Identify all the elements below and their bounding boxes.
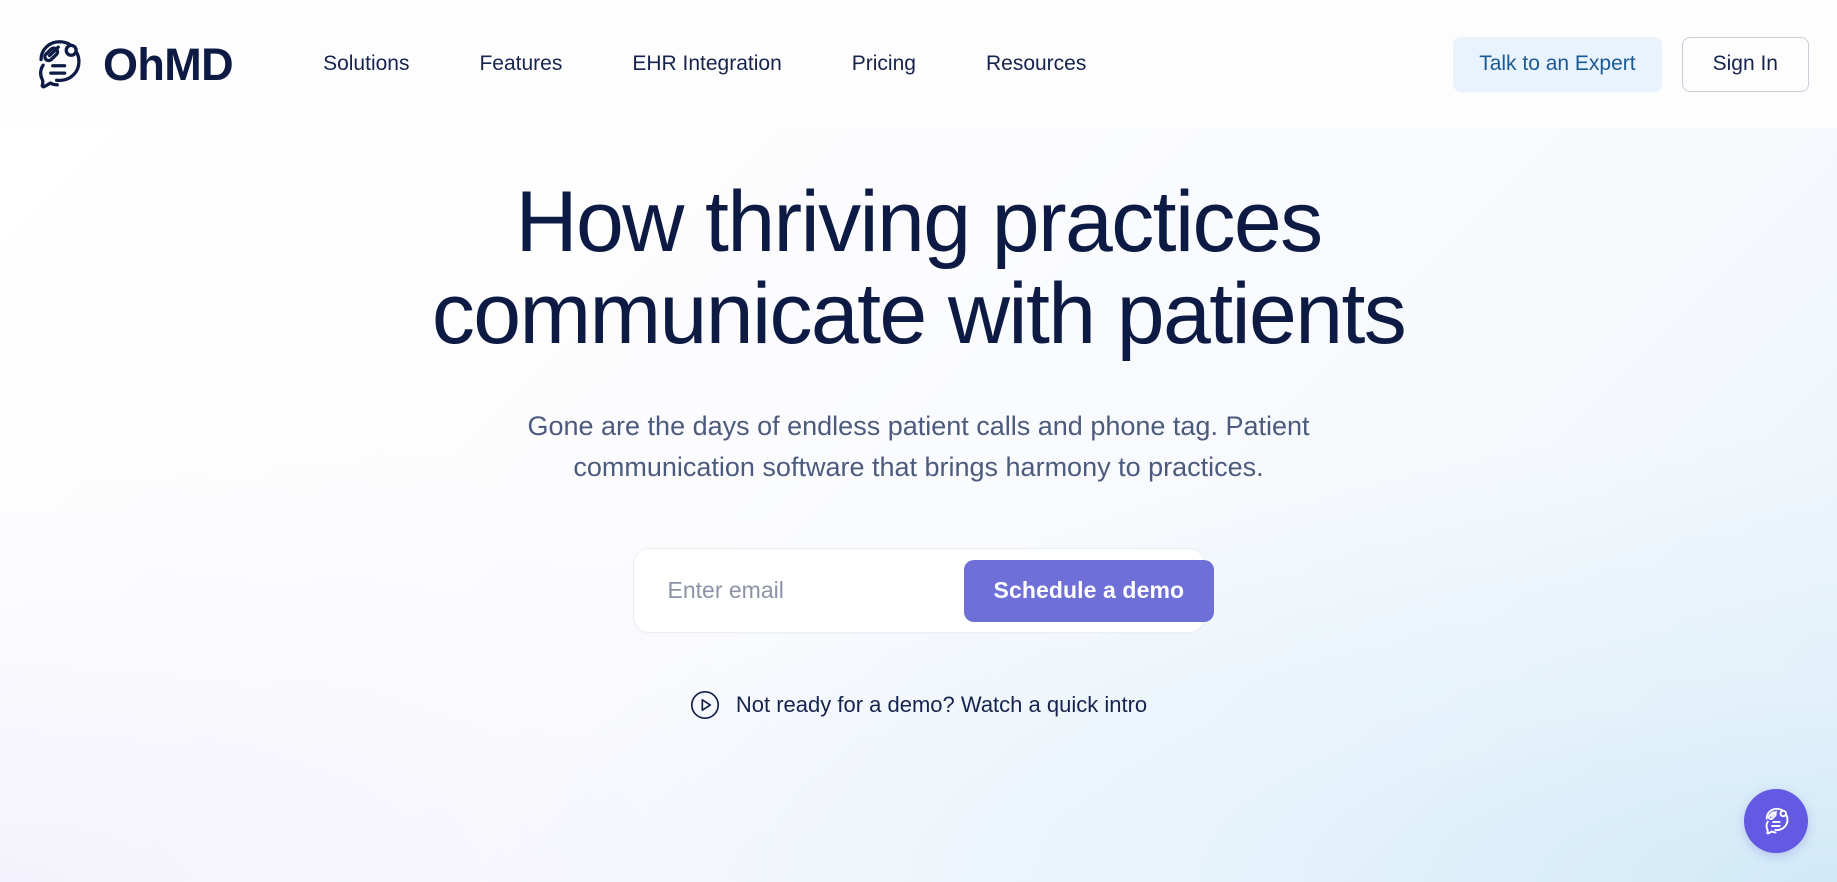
nav-item-ehr-integration[interactable]: EHR Integration: [632, 41, 781, 86]
chat-widget-button[interactable]: [1744, 789, 1808, 853]
ohmd-speech-bubble-icon: [1765, 807, 1789, 835]
demo-signup-form: Schedule a demo: [632, 548, 1215, 634]
main-navigation: Solutions Features EHR Integration Prici…: [323, 41, 1086, 86]
ohmd-speech-bubble-icon: [39, 40, 81, 89]
page-title: How thriving practices communicate with …: [431, 174, 1407, 363]
nav-item-features[interactable]: Features: [479, 41, 562, 86]
sign-in-button[interactable]: Sign In: [1681, 36, 1809, 92]
hero-subtitle: Gone are the days of endless patient cal…: [527, 411, 1310, 483]
site-header: OhMD Solutions Features EHR Integration …: [0, 0, 1837, 128]
schedule-demo-button[interactable]: Schedule a demo: [963, 559, 1215, 622]
watch-intro-link[interactable]: Not ready for a demo? Watch a quick intr…: [690, 690, 1147, 720]
nav-item-pricing[interactable]: Pricing: [852, 41, 916, 86]
header-actions: Talk to an Expert Sign In: [1453, 36, 1809, 92]
brand-name: OhMD: [103, 38, 234, 90]
nav-item-resources[interactable]: Resources: [986, 41, 1086, 86]
nav-item-solutions[interactable]: Solutions: [323, 41, 409, 86]
email-input[interactable]: [633, 549, 964, 633]
talk-to-expert-button[interactable]: Talk to an Expert: [1453, 36, 1662, 92]
brand-logo-link[interactable]: OhMD: [27, 33, 234, 95]
play-circle-icon: [690, 691, 719, 720]
hero-section: How thriving practices communicate with …: [0, 128, 1837, 882]
watch-intro-label: Not ready for a demo? Watch a quick intr…: [735, 692, 1148, 718]
landing-page: OhMD Solutions Features EHR Integration …: [0, 0, 1837, 882]
